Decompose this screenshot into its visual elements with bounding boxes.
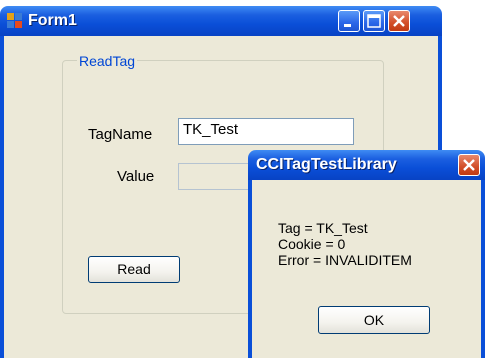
form1-title: Form1 xyxy=(28,12,77,29)
value-label: Value xyxy=(117,168,155,185)
readtag-group-label: ReadTag xyxy=(77,53,138,69)
message-line-cookie: Cookie = 0 xyxy=(278,236,346,252)
minimize-button[interactable] xyxy=(338,10,360,32)
message-line-tag: Tag = TK_Test xyxy=(278,220,368,236)
messagebox-titlebar[interactable]: CCITagTestLibrary xyxy=(248,150,485,180)
close-icon xyxy=(393,15,405,27)
app-icon[interactable] xyxy=(7,13,23,29)
messagebox-window: CCITagTestLibrary Tag = TK_Test Cookie =… xyxy=(248,150,485,358)
tagname-input[interactable]: TK_Test xyxy=(178,118,354,145)
minimize-icon xyxy=(344,24,351,27)
maximize-button[interactable] xyxy=(363,10,385,32)
read-button[interactable]: Read xyxy=(88,256,180,283)
messagebox-close-button[interactable] xyxy=(458,154,480,176)
messagebox-body: Tag = TK_Test Cookie = 0 Error = INVALID… xyxy=(248,180,485,358)
form1-titlebar[interactable]: Form1 xyxy=(0,6,442,36)
messagebox-title: CCITagTestLibrary xyxy=(256,156,397,173)
value-input[interactable] xyxy=(178,163,250,190)
ok-button[interactable]: OK xyxy=(318,306,430,334)
tagname-label: TagName xyxy=(88,126,153,143)
close-button[interactable] xyxy=(388,10,410,32)
message-line-error: Error = INVALIDITEM xyxy=(278,252,412,268)
maximize-icon xyxy=(367,14,381,28)
close-icon xyxy=(463,159,475,171)
